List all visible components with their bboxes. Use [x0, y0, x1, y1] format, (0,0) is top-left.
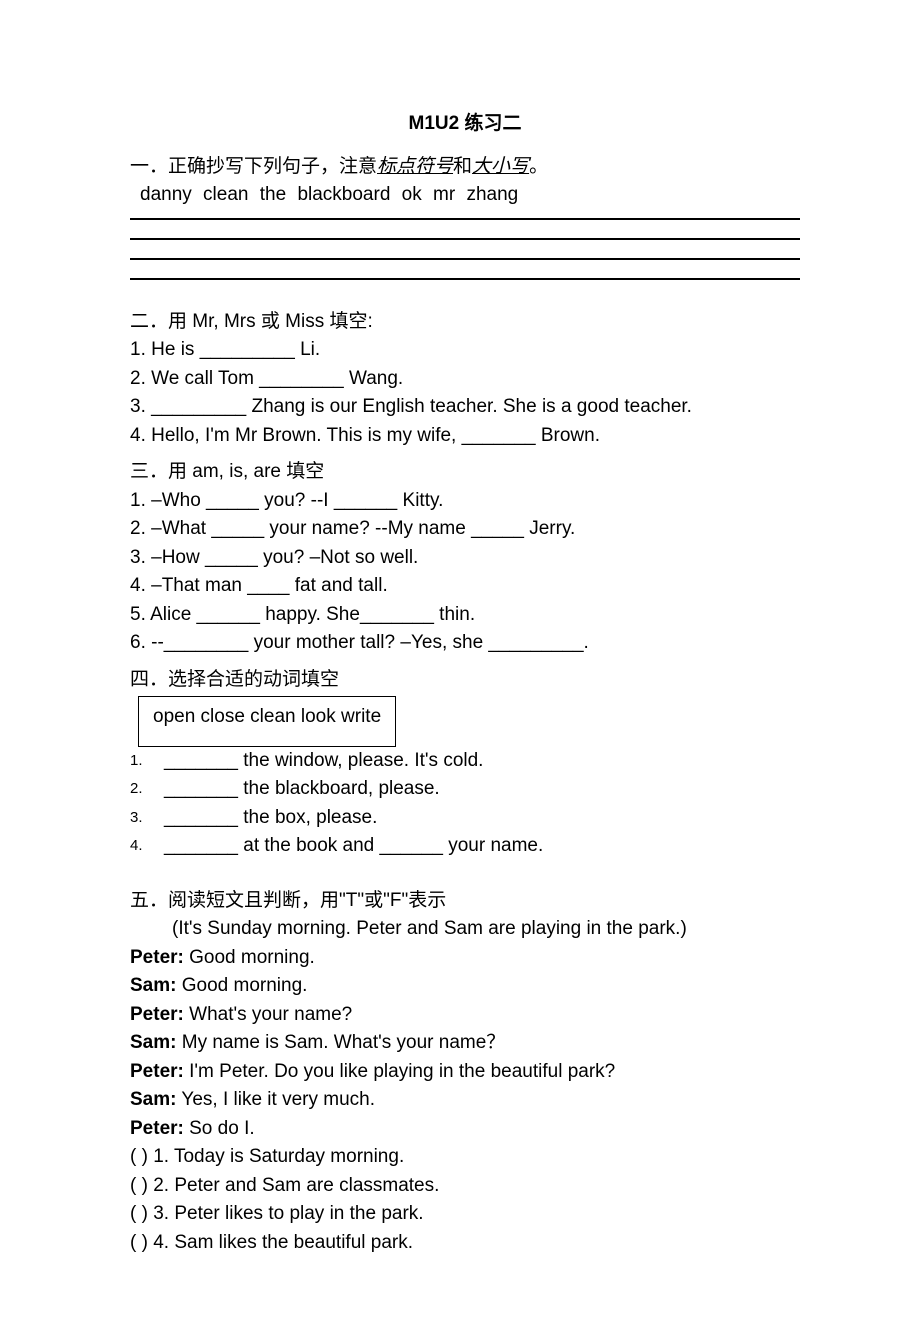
s4-body-1: _______ the window, please. It's cold.: [164, 747, 800, 776]
s2-item-3: 3. _________ Zhang is our English teache…: [130, 393, 800, 422]
dialogue-line: Peter: What's your name?: [130, 1001, 800, 1030]
s2-item-1: 1. He is _________ Li.: [130, 336, 800, 365]
tf-item-4: ( ) 4. Sam likes the beautiful park.: [130, 1229, 800, 1258]
speaker-label: Sam:: [130, 1089, 176, 1110]
dialogue-line: Peter: I'm Peter. Do you like playing in…: [130, 1058, 800, 1087]
s3-item-6: 6. --________ your mother tall? –Yes, sh…: [130, 629, 800, 658]
dialogue-line: Sam: Good morning.: [130, 972, 800, 1001]
speaker-label: Peter:: [130, 947, 184, 968]
ruling-line: [130, 278, 800, 280]
dialogue-block: Peter: Good morning. Sam: Good morning. …: [130, 944, 800, 1144]
section-2-heading: 二．用 Mr, Mrs 或 Miss 填空:: [130, 308, 800, 337]
dialogue-text: My name is Sam. What's your name？: [176, 1032, 505, 1053]
s1-heading-underline-2: 大小写: [472, 156, 529, 177]
dialogue-line: Sam: My name is Sam. What's your name？: [130, 1029, 800, 1058]
section-3-heading: 三．用 am, is, are 填空: [130, 458, 800, 487]
s4-body-4: _______ at the book and ______ your name…: [164, 832, 800, 861]
reading-intro: (It's Sunday morning. Peter and Sam are …: [172, 915, 800, 944]
section-5-heading: 五．阅读短文且判断，用"T"或"F"表示: [130, 887, 800, 916]
page-title: M1U2 练习二: [130, 110, 800, 139]
s1-heading-suffix: 。: [529, 156, 548, 177]
ruling-line: [130, 258, 800, 260]
dialogue-line: Sam: Yes, I like it very much.: [130, 1086, 800, 1115]
tf-item-2: ( ) 2. Peter and Sam are classmates.: [130, 1172, 800, 1201]
s4-item-2: 2. _______ the blackboard, please.: [130, 775, 800, 804]
speaker-label: Peter:: [130, 1061, 184, 1082]
s3-item-2: 2. –What _____ your name? --My name ____…: [130, 515, 800, 544]
s4-item-4: 4. _______ at the book and ______ your n…: [130, 832, 800, 861]
dialogue-line: Peter: So do I.: [130, 1115, 800, 1144]
dialogue-line: Peter: Good morning.: [130, 944, 800, 973]
s4-num-1: 1.: [130, 747, 164, 776]
dialogue-text: Yes, I like it very much.: [176, 1089, 375, 1110]
s4-body-2: _______ the blackboard, please.: [164, 775, 800, 804]
s1-heading-prefix: 一．正确抄写下列句子，注意: [130, 156, 377, 177]
s4-num-3: 3.: [130, 804, 164, 833]
ruling-line: [130, 238, 800, 240]
s3-item-5: 5. Alice ______ happy. She_______ thin.: [130, 601, 800, 630]
dialogue-text: So do I.: [184, 1118, 255, 1139]
speaker-label: Sam:: [130, 975, 176, 996]
speaker-label: Sam:: [130, 1032, 176, 1053]
dialogue-text: I'm Peter. Do you like playing in the be…: [184, 1061, 615, 1082]
writing-lines: [130, 218, 800, 280]
s2-item-4: 4. Hello, I'm Mr Brown. This is my wife,…: [130, 422, 800, 451]
speaker-label: Peter:: [130, 1118, 184, 1139]
s4-item-1: 1. _______ the window, please. It's cold…: [130, 747, 800, 776]
section-4-heading: 四．选择合适的动词填空: [130, 666, 800, 695]
section-1-heading: 一．正确抄写下列句子，注意标点符号和大小写。: [130, 153, 800, 182]
s2-item-2: 2. We call Tom ________ Wang.: [130, 365, 800, 394]
s4-list: 1. _______ the window, please. It's cold…: [130, 747, 800, 861]
dialogue-text: Good morning.: [184, 947, 315, 968]
ruling-line: [130, 218, 800, 220]
s3-item-1: 1. –Who _____ you? --I ______ Kitty.: [130, 487, 800, 516]
speaker-label: Peter:: [130, 1004, 184, 1025]
s4-num-2: 2.: [130, 775, 164, 804]
s4-num-4: 4.: [130, 832, 164, 861]
tf-item-3: ( ) 3. Peter likes to play in the park.: [130, 1200, 800, 1229]
tf-item-1: ( ) 1. Today is Saturday morning.: [130, 1143, 800, 1172]
s1-heading-mid: 和: [453, 156, 472, 177]
s1-heading-underline-1: 标点符号: [377, 156, 453, 177]
s3-item-4: 4. –That man ____ fat and tall.: [130, 572, 800, 601]
s4-body-3: _______ the box, please.: [164, 804, 800, 833]
worksheet-page: M1U2 练习二 一．正确抄写下列句子，注意标点符号和大小写。 danny cl…: [0, 0, 920, 1337]
s4-item-3: 3. _______ the box, please.: [130, 804, 800, 833]
copy-sentence-text: danny clean the blackboard ok mr zhang: [140, 181, 800, 210]
dialogue-text: Good morning.: [176, 975, 307, 996]
word-bank-box: open close clean look write: [138, 696, 396, 747]
dialogue-text: What's your name?: [184, 1004, 352, 1025]
s3-item-3: 3. –How _____ you? –Not so well.: [130, 544, 800, 573]
